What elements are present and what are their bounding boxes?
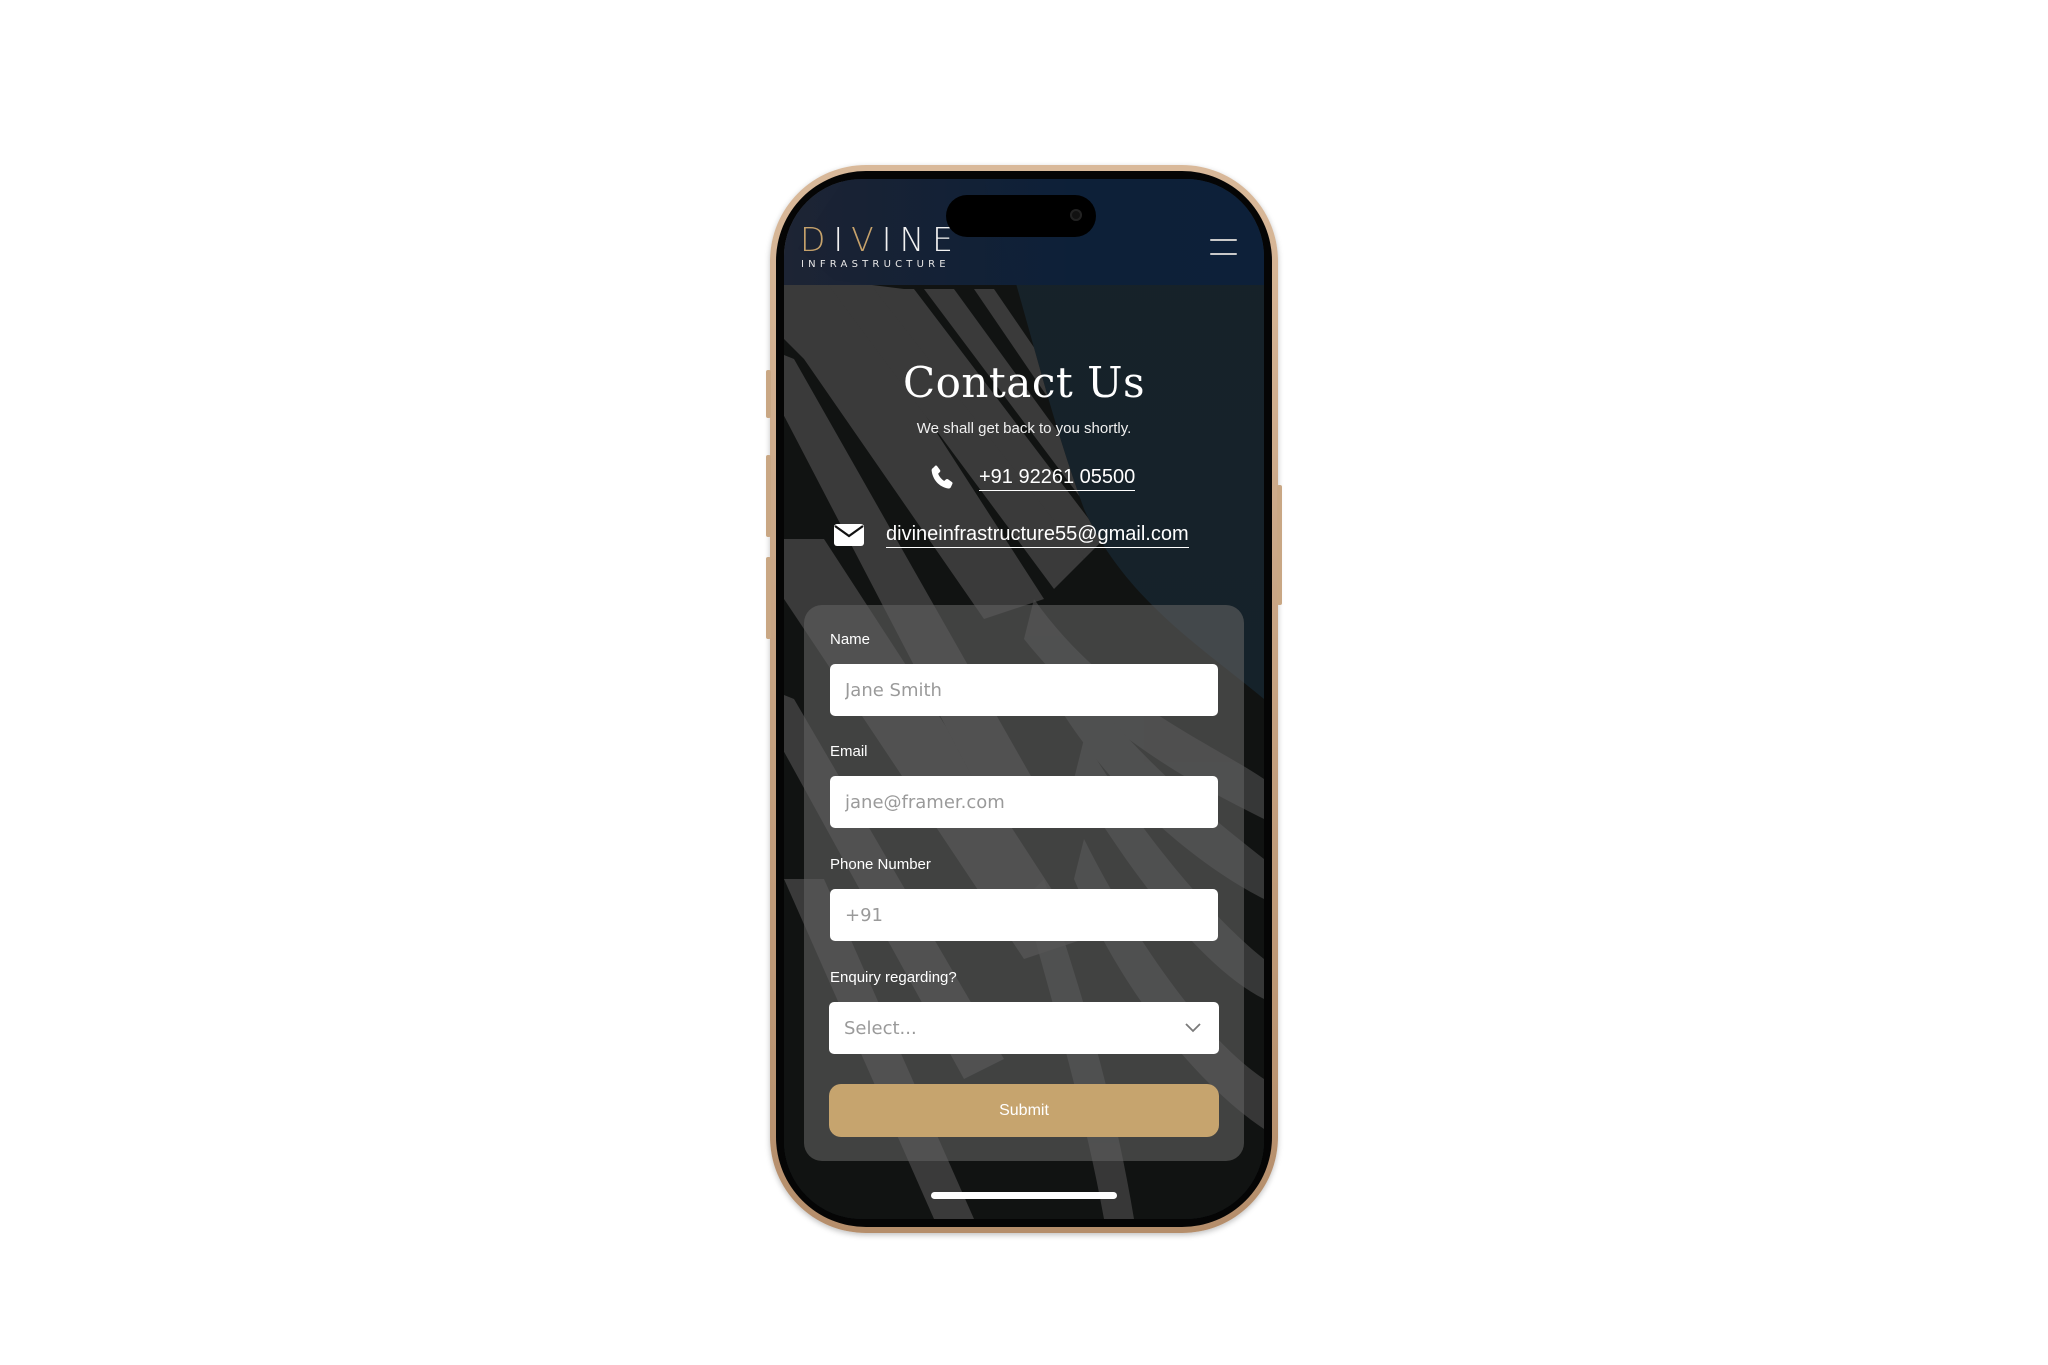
page-subtitle: We shall get back to you shortly. (916, 420, 1132, 437)
phone-number-input[interactable] (830, 889, 1218, 941)
logo-wordmark: DIVINE (800, 223, 961, 257)
logo-letter: V (851, 220, 882, 259)
home-indicator[interactable] (931, 1192, 1117, 1199)
email-link[interactable]: divineinfrastructure55@gmail.com (886, 522, 1189, 548)
phone-number-label: Phone Number (830, 856, 931, 873)
side-button-volume-up (766, 455, 771, 537)
dynamic-island (946, 195, 1096, 237)
envelope-icon (834, 524, 864, 546)
phone-contact: +91 92261 05500 (927, 463, 1136, 493)
phone-screen: DIVINE INFRASTRUCTURE Contact Us We shal… (784, 179, 1264, 1219)
stage: DIVINE INFRASTRUCTURE Contact Us We shal… (0, 0, 2048, 1365)
phone-mockup-frame: DIVINE INFRASTRUCTURE Contact Us We shal… (766, 165, 1282, 1233)
contact-form: Name Email Phone Number Enquiry regardin… (804, 605, 1244, 1161)
enquiry-select[interactable]: Select... (829, 1002, 1219, 1054)
email-input[interactable] (830, 776, 1218, 828)
phone-icon (931, 465, 953, 489)
name-label: Name (830, 631, 871, 648)
side-button-action (766, 370, 771, 418)
page-title: Contact Us (902, 358, 1146, 407)
logo-letter: D (800, 220, 834, 259)
logo-tagline: INFRASTRUCTURE (801, 259, 950, 270)
menu-line (1210, 253, 1237, 255)
brand-logo[interactable]: DIVINE INFRASTRUCTURE (800, 223, 961, 271)
logo-letter: I (833, 220, 852, 259)
email-label: Email (830, 743, 868, 760)
enquiry-selected-value: Select... (844, 1017, 917, 1039)
camera-icon (1070, 209, 1082, 221)
enquiry-label: Enquiry regarding? (830, 969, 957, 986)
hamburger-menu-icon[interactable] (1210, 235, 1238, 255)
submit-button[interactable]: Submit (829, 1084, 1219, 1137)
chevron-down-icon (1185, 1023, 1201, 1033)
email-contact: divineinfrastructure55@gmail.com (834, 522, 1189, 548)
phone-link[interactable]: +91 92261 05500 (979, 465, 1136, 491)
logo-letter: I (881, 220, 900, 259)
name-input[interactable] (830, 664, 1218, 716)
side-button-volume-down (766, 557, 771, 639)
side-button-power (1277, 485, 1282, 605)
menu-line (1210, 239, 1237, 241)
